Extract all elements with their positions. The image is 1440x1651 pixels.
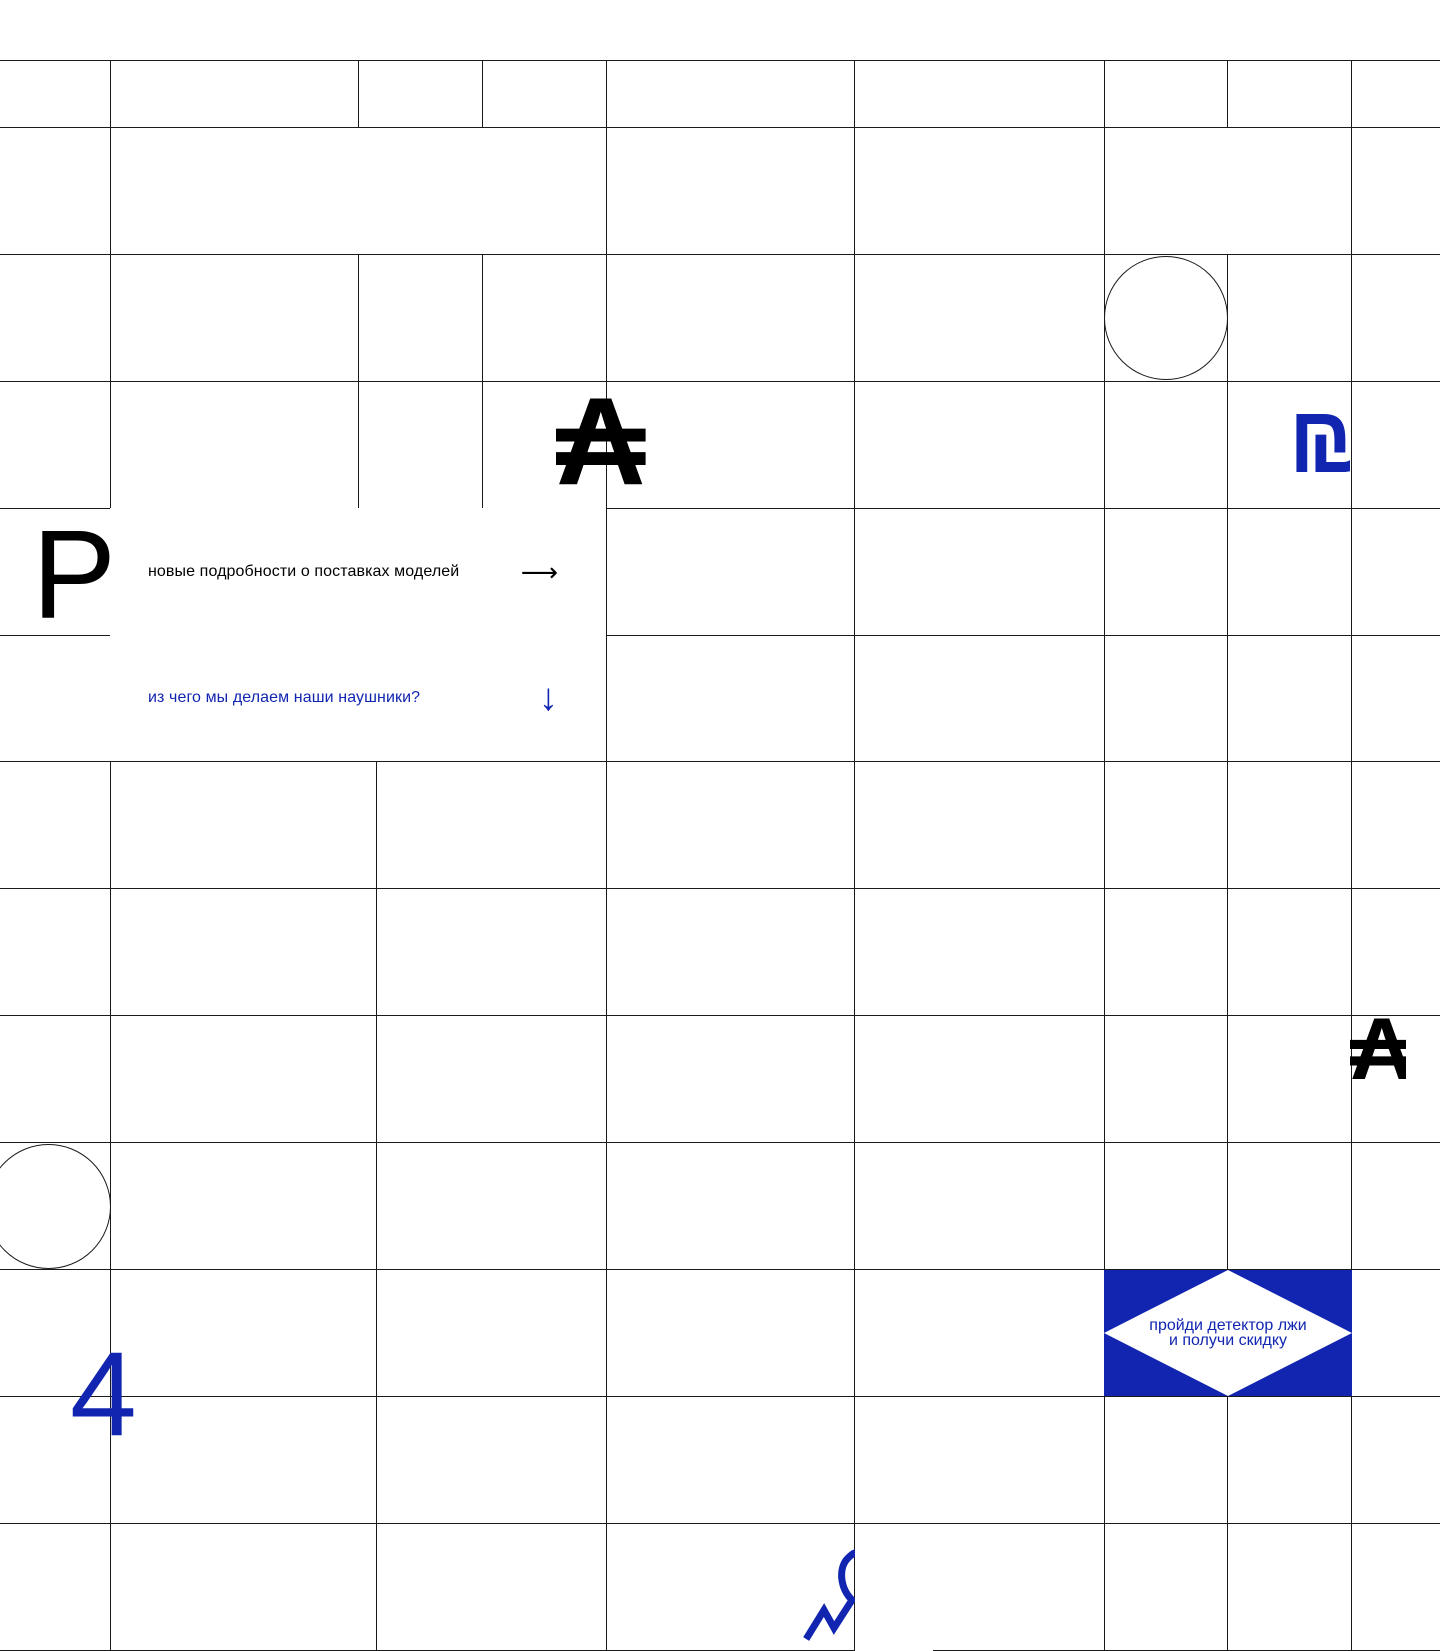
materials-link[interactable]: из чего мы делаем наши наушники? ↓ [148, 674, 558, 722]
grid-column-line [854, 60, 855, 1650]
materials-link-label: из чего мы делаем наши наушники? [148, 689, 421, 706]
scribble-shape [803, 1548, 860, 1641]
arrow-right-icon: ⟶ [520, 557, 558, 587]
shekel-glyph: ₪ [1288, 392, 1350, 488]
arrow-down-icon: ↓ [539, 677, 558, 719]
hryvnia-glyph-right: ₳ [1350, 1005, 1406, 1093]
grid-column-line [1227, 1396, 1228, 1650]
lie-detector-promo[interactable]: пройди детектор лжи и получи скидку [1104, 1270, 1352, 1396]
grid-row-line [0, 254, 1440, 255]
grid-column-line [1227, 60, 1228, 127]
promo-line-1: пройди детектор лжи [1149, 1317, 1307, 1334]
news-link-label: новые подробности о поставках моделей [148, 563, 460, 580]
grid-column-line [358, 60, 359, 127]
grid-row-line [0, 1523, 1440, 1524]
grid-column-line [1227, 254, 1228, 1269]
grid-column-line [482, 60, 483, 127]
grid-row-line [0, 60, 1440, 61]
ruble-glyph: Р [32, 512, 110, 638]
grid-row-line [0, 1142, 1440, 1143]
links-panel: новые подробности о поставках моделей ⟶ … [110, 508, 606, 761]
grid-column-line [1351, 60, 1352, 1650]
white-patch [855, 1528, 933, 1651]
grid-column-line [606, 60, 607, 1650]
grid-column-line [1104, 60, 1105, 1650]
news-link[interactable]: новые подробности о поставках моделей ⟶ [148, 548, 558, 596]
circle-outline-top [1104, 256, 1228, 380]
grid-column-line [376, 761, 377, 1650]
grid-row-line [0, 1396, 1440, 1397]
hryvnia-glyph: ₳ [556, 373, 646, 511]
four-glyph: 4 [70, 1327, 137, 1461]
grid-row-line [0, 127, 1440, 128]
grid-column-line [358, 254, 359, 508]
grid-row-line [0, 888, 1440, 889]
grid-column-line [482, 254, 483, 508]
grid-row-line [0, 1015, 1440, 1016]
promo-text: пройди детектор лжи и получи скидку [1104, 1317, 1352, 1349]
grid-row-line [0, 381, 1440, 382]
promo-line-2: и получи скидку [1168, 1332, 1288, 1349]
grid-row-line [0, 761, 1440, 762]
grid-canvas [0, 0, 1440, 1651]
